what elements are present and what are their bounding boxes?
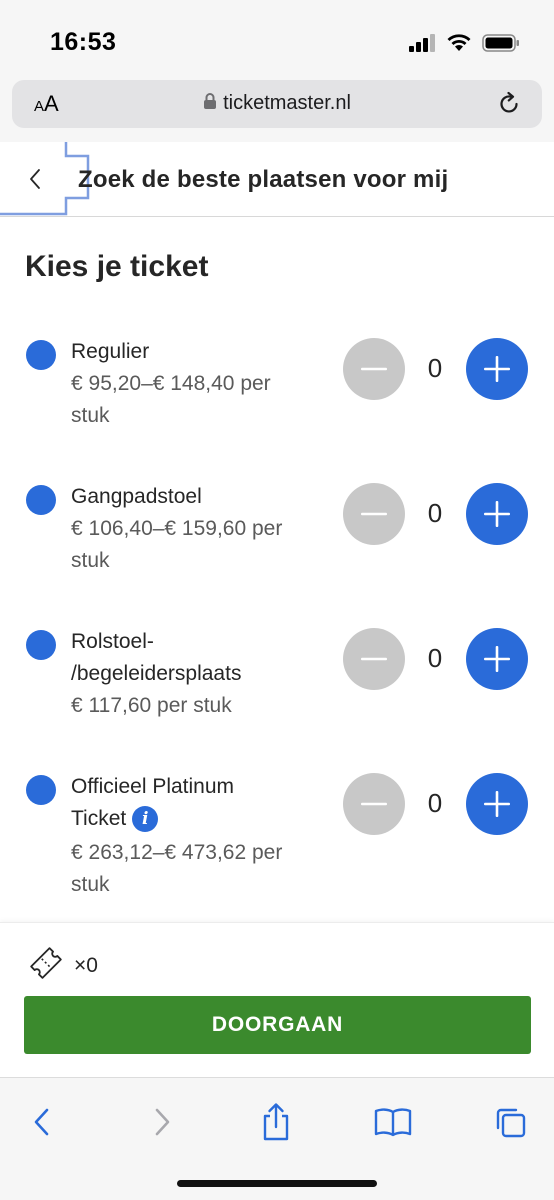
info-icon[interactable]: i: [132, 806, 159, 833]
url-display[interactable]: ticketmaster.nl: [12, 92, 542, 115]
increase-button[interactable]: [466, 773, 528, 835]
ticket-color-dot: [26, 630, 56, 660]
browser-chrome: AA ticketmaster.nl: [0, 80, 554, 142]
ticket-name: Officieel Platinum Ticket i: [71, 771, 311, 835]
bookmarks-icon[interactable]: [371, 1100, 415, 1144]
plus-icon: [484, 646, 510, 672]
ticket-name: Rolstoel- /begeleidersplaats: [71, 630, 242, 685]
ticket-name: Regulier: [71, 340, 150, 363]
minus-icon: [361, 367, 387, 371]
wifi-icon: [446, 33, 472, 58]
checkout-footer: ×0 DOORGAAN: [0, 922, 554, 1077]
status-icons: [408, 33, 520, 58]
decrease-button[interactable]: [343, 773, 405, 835]
ticket-count: ×0: [26, 943, 98, 988]
status-bar: 16:53: [0, 0, 554, 80]
increase-button[interactable]: [466, 628, 528, 690]
ticket-color-dot: [26, 340, 56, 370]
increase-button[interactable]: [466, 483, 528, 545]
signal-icon: [408, 33, 436, 58]
ticket-color-dot: [26, 485, 56, 515]
decrease-button[interactable]: [343, 338, 405, 400]
ticket-name: Gangpadstoel: [71, 485, 202, 508]
ticket-quantity: 0: [427, 788, 443, 818]
ticket-quantity: 0: [427, 498, 443, 528]
back-button[interactable]: [20, 164, 50, 194]
ticket-count-text: ×0: [74, 953, 98, 977]
home-indicator: [177, 1180, 377, 1187]
ticket-price: € 263,12–€ 473,62 per stuk: [71, 841, 283, 896]
minus-icon: [361, 657, 387, 661]
plus-icon: [484, 791, 510, 817]
share-icon[interactable]: [254, 1100, 298, 1144]
ticket-price: € 95,20–€ 148,40 per stuk: [71, 372, 271, 427]
address-bar[interactable]: AA ticketmaster.nl: [12, 80, 542, 128]
continue-button[interactable]: DOORGAAN: [24, 996, 531, 1054]
decrease-button[interactable]: [343, 628, 405, 690]
page-title: Zoek de beste plaatsen voor mij: [78, 166, 449, 193]
tabs-icon[interactable]: [488, 1100, 532, 1144]
plus-icon: [484, 501, 510, 527]
page-header: Zoek de beste plaatsen voor mij: [0, 142, 554, 217]
plus-icon: [484, 356, 510, 382]
minus-icon: [361, 512, 387, 516]
section-title: Kies je ticket: [25, 250, 209, 283]
status-time: 16:53: [50, 28, 117, 56]
reload-icon[interactable]: [496, 91, 522, 122]
ticket-color-dot: [26, 775, 56, 805]
lock-icon: [203, 92, 217, 115]
chevron-left-icon: [30, 169, 40, 189]
ticket-price: € 106,40–€ 159,60 per stuk: [71, 517, 283, 572]
url-text: ticketmaster.nl: [223, 92, 351, 114]
ticket-price: € 117,60 per stuk: [71, 694, 232, 717]
ticket-icon: [26, 943, 66, 988]
back-icon[interactable]: [20, 1100, 64, 1144]
forward-icon[interactable]: [140, 1100, 184, 1144]
battery-icon: [482, 33, 520, 58]
increase-button[interactable]: [466, 338, 528, 400]
decrease-button[interactable]: [343, 483, 405, 545]
ticket-quantity: 0: [427, 353, 443, 383]
ticket-quantity: 0: [427, 643, 443, 673]
minus-icon: [361, 802, 387, 806]
screen: 16:53 AA ticketmaster.nl Zoek de beste p…: [0, 0, 554, 1200]
